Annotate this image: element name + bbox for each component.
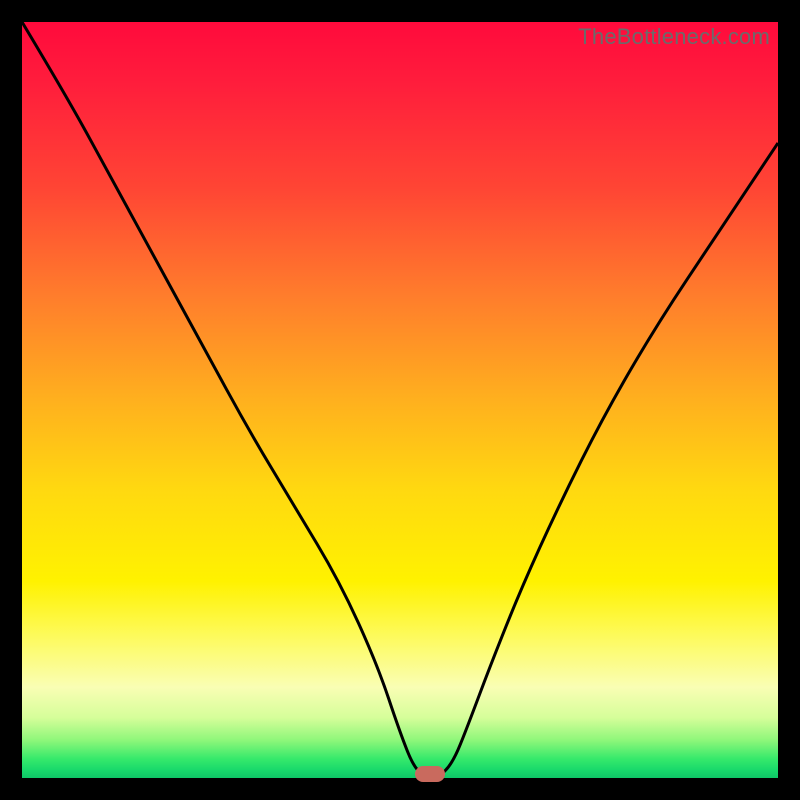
chart-frame: TheBottleneck.com xyxy=(0,0,800,800)
bottleneck-curve xyxy=(22,22,778,778)
plot-area: TheBottleneck.com xyxy=(22,22,778,778)
minimum-marker xyxy=(415,766,445,782)
